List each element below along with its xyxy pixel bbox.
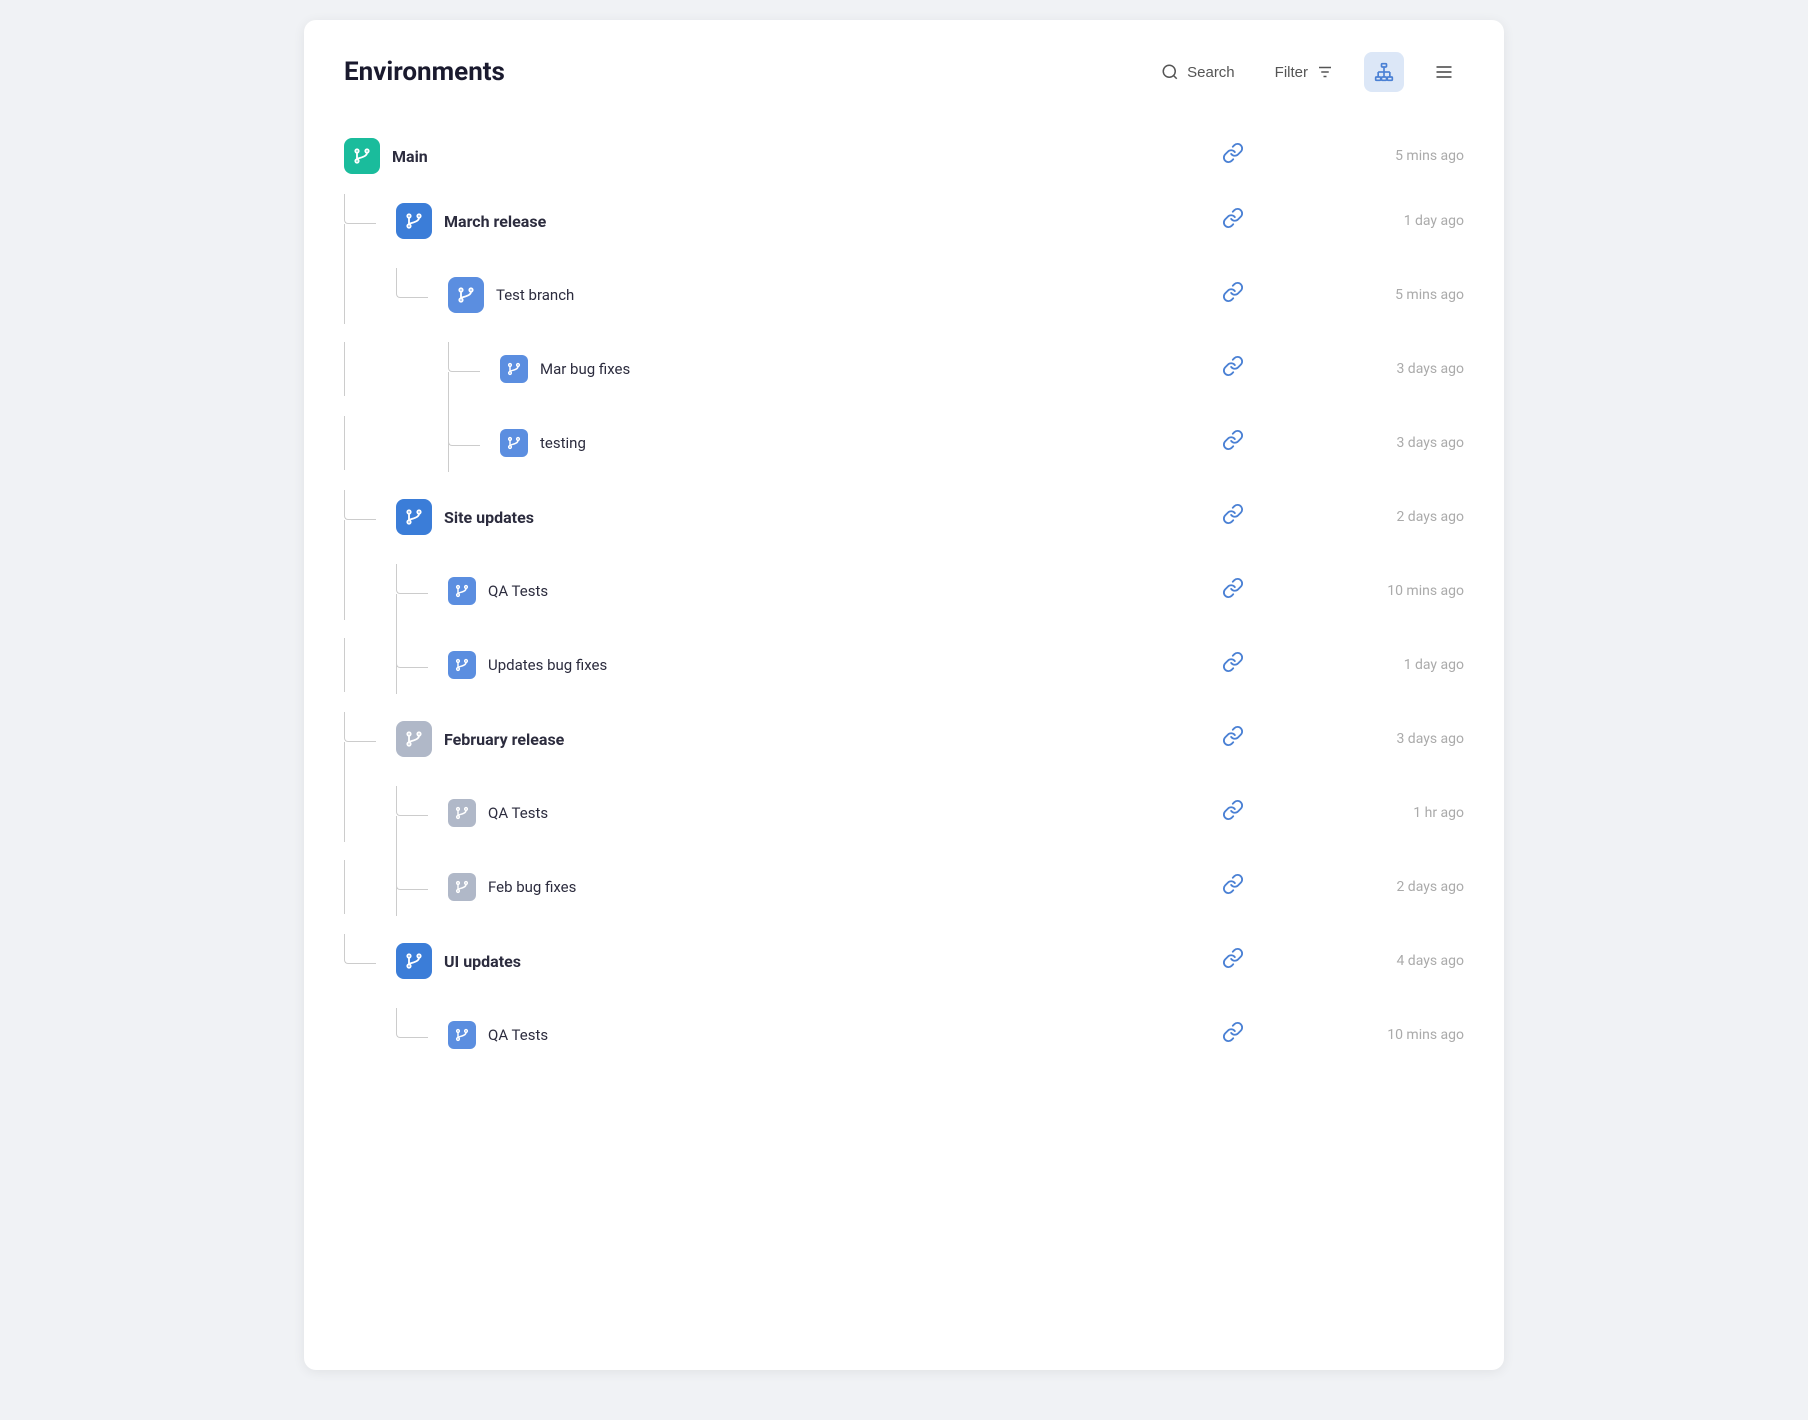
link-button[interactable]	[1222, 355, 1244, 383]
tree-row: Updates bug fixes 1 day ago	[344, 628, 1464, 702]
env-label: Updates bug fixes	[488, 656, 607, 674]
tree-row: UI updates 4 days ago	[344, 924, 1464, 998]
page-title: Environments	[344, 57, 505, 87]
link-button[interactable]	[1222, 873, 1244, 901]
row-right: 3 days ago	[1222, 429, 1464, 457]
tree-row: QA Tests 10 mins ago	[344, 554, 1464, 628]
tree-row: Feb bug fixes 2 days ago	[344, 850, 1464, 924]
link-button[interactable]	[1222, 429, 1244, 457]
env-icon	[448, 1021, 476, 1049]
time-label: 5 mins ago	[1324, 148, 1464, 164]
link-button[interactable]	[1222, 503, 1244, 531]
tree-row: Test branch 5 mins ago	[344, 258, 1464, 332]
env-icon	[448, 873, 476, 901]
row-right: 1 day ago	[1222, 651, 1464, 679]
row-right: 2 days ago	[1222, 503, 1464, 531]
time-label: 1 day ago	[1324, 657, 1464, 673]
link-button[interactable]	[1222, 651, 1244, 679]
filter-label: Filter	[1275, 64, 1308, 81]
tree-row: QA Tests 1 hr ago	[344, 776, 1464, 850]
row-right: 5 mins ago	[1222, 142, 1464, 170]
tree-row: February release 3 days ago	[344, 702, 1464, 776]
tree-row: March release 1 day ago	[344, 184, 1464, 258]
env-icon	[396, 943, 432, 979]
env-label: Feb bug fixes	[488, 878, 576, 896]
search-label: Search	[1187, 64, 1235, 81]
row-right: 1 day ago	[1222, 207, 1464, 235]
env-label: Site updates	[444, 508, 534, 527]
row-right: 2 days ago	[1222, 873, 1464, 901]
env-icon	[448, 799, 476, 827]
tree-row: Main 5 mins ago	[344, 128, 1464, 184]
row-right: 3 days ago	[1222, 725, 1464, 753]
hierarchy-button[interactable]	[1364, 52, 1404, 92]
link-button[interactable]	[1222, 142, 1244, 170]
env-label: March release	[444, 212, 546, 231]
row-right: 5 mins ago	[1222, 281, 1464, 309]
row-right: 10 mins ago	[1222, 1021, 1464, 1049]
link-button[interactable]	[1222, 1021, 1244, 1049]
menu-icon	[1434, 62, 1454, 82]
filter-icon	[1316, 63, 1334, 81]
env-icon	[500, 429, 528, 457]
main-card: Environments Search Filter	[304, 20, 1504, 1370]
time-label: 10 mins ago	[1324, 1027, 1464, 1043]
menu-button[interactable]	[1424, 52, 1464, 92]
env-label: Mar bug fixes	[540, 360, 630, 378]
env-icon	[448, 577, 476, 605]
link-button[interactable]	[1222, 207, 1244, 235]
link-button[interactable]	[1222, 947, 1244, 975]
header-actions: Search Filter	[1151, 52, 1464, 92]
environments-tree: Main 5 mins ago March release 1 day ago …	[344, 128, 1464, 1072]
row-right: 3 days ago	[1222, 355, 1464, 383]
row-right: 10 mins ago	[1222, 577, 1464, 605]
page-header: Environments Search Filter	[344, 52, 1464, 92]
time-label: 10 mins ago	[1324, 583, 1464, 599]
time-label: 5 mins ago	[1324, 287, 1464, 303]
env-label: February release	[444, 730, 564, 749]
env-label: testing	[540, 434, 586, 452]
time-label: 3 days ago	[1324, 361, 1464, 377]
time-label: 4 days ago	[1324, 953, 1464, 969]
row-right: 1 hr ago	[1222, 799, 1464, 827]
time-label: 2 days ago	[1324, 509, 1464, 525]
time-label: 3 days ago	[1324, 435, 1464, 451]
env-label: QA Tests	[488, 804, 548, 822]
env-label: Test branch	[496, 286, 574, 304]
link-button[interactable]	[1222, 281, 1244, 309]
env-label: UI updates	[444, 952, 521, 971]
tree-row: QA Tests 10 mins ago	[344, 998, 1464, 1072]
time-label: 1 hr ago	[1324, 805, 1464, 821]
search-button[interactable]: Search	[1151, 57, 1245, 87]
link-button[interactable]	[1222, 799, 1244, 827]
env-icon	[448, 277, 484, 313]
tree-row: testing 3 days ago	[344, 406, 1464, 480]
time-label: 3 days ago	[1324, 731, 1464, 747]
time-label: 2 days ago	[1324, 879, 1464, 895]
env-label: QA Tests	[488, 1026, 548, 1044]
link-button[interactable]	[1222, 577, 1244, 605]
env-label: QA Tests	[488, 582, 548, 600]
row-right: 4 days ago	[1222, 947, 1464, 975]
filter-button[interactable]: Filter	[1265, 57, 1344, 87]
env-icon	[500, 355, 528, 383]
env-icon	[344, 138, 380, 174]
search-icon	[1161, 63, 1179, 81]
time-label: 1 day ago	[1324, 213, 1464, 229]
env-icon	[396, 203, 432, 239]
env-label: Main	[392, 147, 428, 166]
tree-row: Mar bug fixes 3 days ago	[344, 332, 1464, 406]
env-icon	[396, 499, 432, 535]
hierarchy-icon	[1374, 62, 1394, 82]
env-icon	[396, 721, 432, 757]
env-icon	[448, 651, 476, 679]
link-button[interactable]	[1222, 725, 1244, 753]
tree-row: Site updates 2 days ago	[344, 480, 1464, 554]
